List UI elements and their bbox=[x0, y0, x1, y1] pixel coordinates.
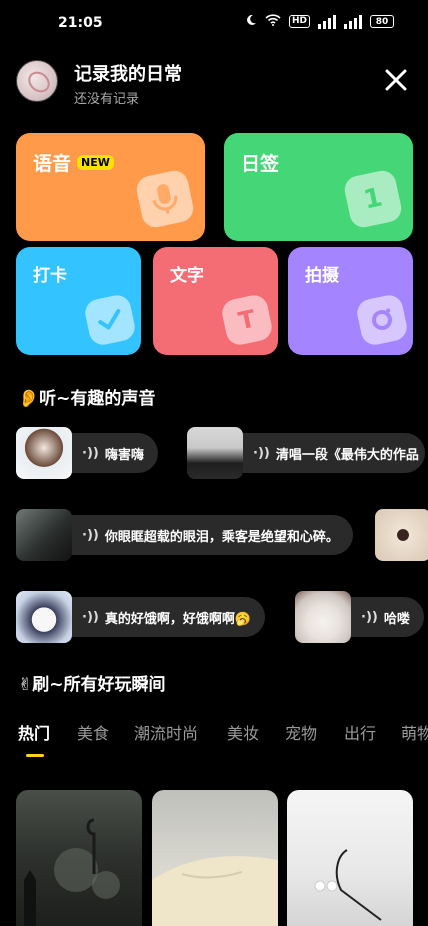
avatar[interactable] bbox=[16, 60, 58, 102]
voice-card-label-wrap: 语音 NEW bbox=[33, 149, 114, 176]
sound-thumbnail bbox=[16, 591, 72, 643]
sound-text: 真的好饿啊，好饿啊啊🥱 bbox=[104, 611, 252, 627]
listen-section-title: 👂听~有趣的声音 bbox=[18, 389, 156, 409]
sound-item[interactable]: ·)) 哈喽 bbox=[295, 591, 424, 643]
tab-fashion[interactable]: 潮流时尚 bbox=[134, 720, 198, 744]
feed-image bbox=[314, 849, 382, 921]
sound-thumbnail bbox=[375, 509, 428, 561]
wifi-icon bbox=[265, 14, 281, 29]
feed-card[interactable] bbox=[287, 790, 413, 926]
camera-card-label: 拍摄 bbox=[305, 266, 339, 286]
sound-pill: ·)) 清唱一段《最伟大的作品 bbox=[235, 433, 425, 473]
sound-item[interactable] bbox=[375, 509, 428, 561]
feed-image bbox=[24, 818, 120, 926]
tab-travel[interactable]: 出行 bbox=[344, 720, 376, 744]
status-time: 21:05 bbox=[58, 15, 103, 31]
tab-food[interactable]: 美食 bbox=[77, 720, 109, 744]
sound-thumbnail bbox=[16, 427, 72, 479]
sound-text: 你眼眶超载的眼泪，乘客是绝望和心碎。 bbox=[104, 529, 339, 545]
feed-card[interactable] bbox=[152, 790, 278, 926]
active-tab-indicator bbox=[26, 754, 44, 757]
status-bar: 21:05 HD 80 bbox=[0, 0, 428, 44]
battery-icon: 80 bbox=[370, 15, 394, 28]
text-t-icon: T bbox=[219, 292, 275, 348]
feed-image bbox=[152, 856, 278, 926]
page-title: 记录我的日常 bbox=[74, 64, 182, 85]
sound-thumbnail bbox=[16, 509, 72, 561]
voice-card[interactable]: 语音 NEW bbox=[16, 133, 205, 241]
tab-pets[interactable]: 宠物 bbox=[285, 720, 317, 744]
check-in-label: 打卡 bbox=[33, 266, 67, 286]
text-card-label-wrap: 文字 bbox=[170, 261, 204, 286]
camera-icon bbox=[354, 292, 410, 348]
voice-card-label: 语音 bbox=[33, 153, 72, 175]
punch-card-label-wrap: 打卡 bbox=[33, 261, 67, 286]
signal-icon-2 bbox=[344, 14, 362, 29]
calendar-icon: 1 bbox=[342, 168, 404, 230]
text-card[interactable]: 文字 T bbox=[153, 247, 278, 355]
browse-section-title: ✌刷~所有好玩瞬间 bbox=[18, 675, 166, 695]
sound-wave-icon: ·)) bbox=[82, 527, 99, 543]
check-in-card[interactable]: 打卡 bbox=[16, 247, 141, 355]
camera-card[interactable]: 拍摄 bbox=[288, 247, 413, 355]
sound-pill: ·)) 嗨害嗨 bbox=[64, 433, 158, 473]
sound-text: 清唱一段《最伟大的作品 bbox=[275, 447, 419, 463]
new-badge: NEW bbox=[77, 155, 114, 170]
sound-item[interactable]: ·)) 清唱一段《最伟大的作品 bbox=[187, 427, 425, 479]
sound-pill: ·)) 你眼眶超载的眼泪，乘客是绝望和心碎。 bbox=[64, 515, 353, 555]
moon-icon bbox=[245, 14, 257, 29]
sound-wave-icon: ·)) bbox=[361, 609, 378, 625]
tab-makeup[interactable]: 美妆 bbox=[227, 720, 259, 744]
feed-card[interactable] bbox=[16, 790, 142, 926]
sound-text: 哈喽 bbox=[383, 611, 410, 627]
sound-item[interactable]: ·)) 嗨害嗨 bbox=[16, 427, 158, 479]
tab-cute[interactable]: 萌物 bbox=[401, 720, 428, 744]
sound-pill: ·)) 哈喽 bbox=[343, 597, 424, 637]
sound-thumbnail bbox=[187, 427, 243, 479]
tab-hot[interactable]: 热门 bbox=[18, 720, 50, 744]
shoot-card-label-wrap: 拍摄 bbox=[305, 261, 339, 286]
sound-pill: ·)) 真的好饿啊，好饿啊啊🥱 bbox=[64, 597, 266, 637]
close-icon[interactable] bbox=[384, 68, 408, 92]
microphone-icon bbox=[134, 168, 196, 230]
signal-icon bbox=[318, 14, 336, 29]
sound-wave-icon: ·)) bbox=[82, 609, 99, 625]
sound-wave-icon: ·)) bbox=[253, 445, 270, 461]
sound-wave-icon: ·)) bbox=[82, 445, 99, 461]
sound-item[interactable]: ·)) 你眼眶超载的眼泪，乘客是绝望和心碎。 bbox=[16, 509, 353, 561]
checkmark-icon bbox=[82, 292, 138, 348]
page-subtitle: 还没有记录 bbox=[74, 92, 140, 107]
sound-thumbnail bbox=[295, 591, 351, 643]
text-t-icon-text: T bbox=[236, 304, 258, 336]
hd-icon: HD bbox=[288, 15, 310, 28]
daily-sign-card[interactable]: 日签 1 bbox=[224, 133, 413, 241]
category-tabs: 热门 美食 潮流时尚 美妆 宠物 出行 萌物 bbox=[0, 718, 428, 758]
sound-item[interactable]: ·)) 真的好饿啊，好饿啊啊🥱 bbox=[16, 591, 266, 643]
sound-text: 嗨害嗨 bbox=[104, 447, 144, 463]
calendar-icon-text: 1 bbox=[361, 182, 385, 216]
sign-card-label-wrap: 日签 bbox=[241, 149, 279, 176]
text-card-label: 文字 bbox=[170, 266, 204, 286]
daily-sign-label: 日签 bbox=[241, 153, 280, 175]
status-icons: HD 80 bbox=[245, 14, 394, 29]
header: 记录我的日常 还没有记录 bbox=[16, 58, 412, 107]
